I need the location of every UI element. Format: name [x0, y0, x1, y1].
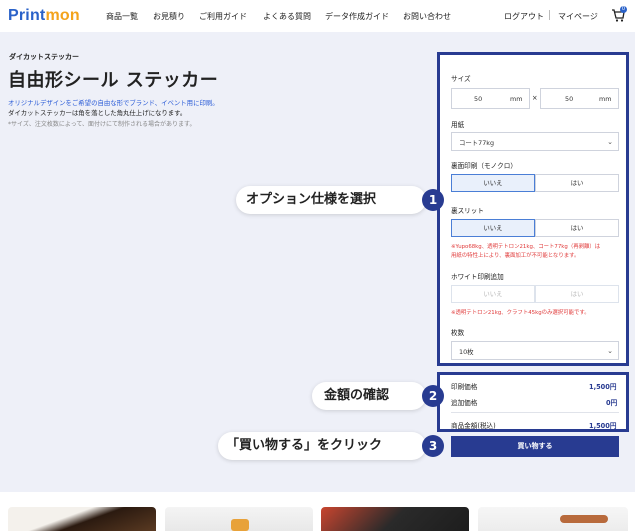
callout-number-2: 2 [422, 385, 444, 407]
sticker-image [231, 519, 249, 531]
product-category: ダイカットステッカー [9, 53, 79, 61]
back-print-no-option[interactable]: いいえ [451, 174, 535, 192]
slit-warning-2: 用紙の特性上により、裏面加工が不可能となります。 [451, 253, 580, 259]
print-price-label: 印刷価格 [451, 383, 478, 391]
quantity-select[interactable]: 10枚 ⌄ [451, 341, 619, 360]
buy-button[interactable]: 買い物する [451, 436, 619, 457]
white-print-yes-option[interactable]: はい [535, 285, 619, 303]
site-logo[interactable]: Printmon [8, 7, 80, 25]
back-print-label: 裏面印刷（モノクロ） [451, 162, 517, 170]
white-print-label: ホワイト印刷追加 [451, 273, 504, 281]
logout-link[interactable]: ログアウト [504, 11, 544, 22]
callout-check-price: 金額の確認 [312, 382, 426, 410]
height-input[interactable]: 50 mm [540, 88, 619, 109]
price-divider [451, 412, 619, 413]
mypage-link[interactable]: マイページ [558, 11, 598, 22]
cart-count-badge: 0 [620, 6, 627, 13]
nav-contact[interactable]: お問い合わせ [403, 11, 451, 22]
nav-products[interactable]: 商品一覧 [106, 11, 138, 22]
slit-warning: ※Yupo68kg、透明テトロン21kg、コート77kg（再剥離）は [451, 244, 601, 250]
white-print-warning: ※透明テトロン21kg、クラフト45kgのみ選択可能です。 [451, 310, 590, 316]
callout-number-1: 1 [422, 189, 444, 211]
page-title: 自由形シール ステッカー [8, 70, 219, 91]
quantity-label: 枚数 [451, 329, 465, 337]
callout-number-3: 3 [422, 435, 444, 457]
product-thumbnail[interactable] [478, 507, 628, 531]
product-thumbnail[interactable] [8, 507, 156, 531]
header-divider [549, 10, 550, 20]
size-label: サイズ [451, 75, 471, 83]
nav-quote[interactable]: お見積り [153, 11, 185, 22]
width-input[interactable]: 50 mm [451, 88, 530, 109]
slit-no-option[interactable]: いいえ [451, 219, 535, 237]
product-description-2: ダイカットステッカーは角を落とした角丸仕上げになります。 [8, 109, 187, 117]
slit-label: 裏スリット [451, 207, 484, 215]
white-print-no-option[interactable]: いいえ [451, 285, 535, 303]
height-unit: mm [599, 95, 612, 103]
total-price-label: 商品金額(税込) [451, 422, 496, 430]
callout-click-buy: 「買い物する」をクリック [218, 432, 426, 460]
times-sign: × [532, 94, 538, 102]
chevron-down-icon: ⌄ [607, 138, 613, 146]
product-note: *サイズ、注文枚数によって、面付けにて制作される場合があります。 [8, 121, 196, 128]
product-thumbnail[interactable] [321, 507, 469, 531]
paper-label: 用紙 [451, 121, 465, 129]
callout-select-options: オプション仕様を選択 [236, 186, 426, 214]
nav-guide[interactable]: ご利用ガイド [199, 11, 247, 22]
back-print-yes-option[interactable]: はい [535, 174, 619, 192]
width-unit: mm [510, 95, 523, 103]
product-image [560, 515, 608, 523]
print-price-value: 1,500円 [589, 383, 617, 391]
nav-data-guide[interactable]: データ作成ガイド [325, 11, 389, 22]
total-price-value: 1,500円 [589, 422, 617, 430]
extra-price-label: 追加価格 [451, 399, 478, 407]
product-thumbnail[interactable] [165, 507, 313, 531]
site-header: Printmon 商品一覧 お見積り ご利用ガイド よくある質問 データ作成ガイ… [0, 0, 635, 32]
extra-price-value: 0円 [606, 399, 618, 407]
paper-select[interactable]: コート77kg ⌄ [451, 132, 619, 151]
nav-faq[interactable]: よくある質問 [263, 11, 311, 22]
product-description: オリジナルデザインをご希望の自由な形でブランド、イベント用に印刷。 [8, 99, 219, 107]
slit-yes-option[interactable]: はい [535, 219, 619, 237]
chevron-down-icon: ⌄ [607, 347, 613, 355]
